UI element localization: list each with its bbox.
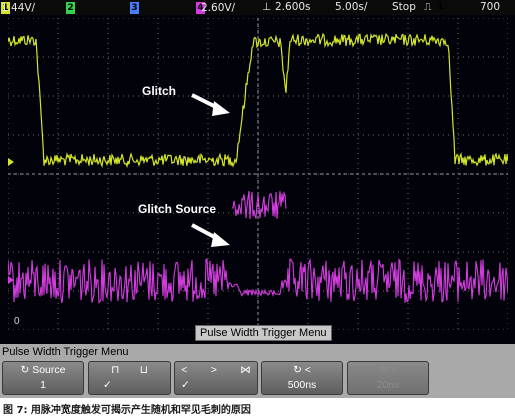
less-than-icon: <: [181, 364, 188, 376]
polarity-check-icon: ✓: [103, 379, 112, 391]
time-less-than-label: ↻ <: [293, 364, 311, 376]
rotate-knob-icon: ↻: [293, 364, 305, 376]
channel-1-scale: 1.44V/: [1, 2, 36, 14]
time-less-than-value: 500ns: [287, 379, 317, 391]
rotate-knob-icon: ↻: [20, 364, 33, 376]
time-greater-than-softkey[interactable]: ↻ > 20ns: [347, 361, 429, 395]
trigger-position-icon: ⊥: [262, 1, 272, 13]
figure-caption: 图 7: 用脉冲宽度触发可揭示产生随机和罕见毛刺的原因: [3, 405, 251, 416]
glitch-arrow-icon: [191, 93, 230, 116]
negative-pulse-icon: ⊔: [139, 364, 148, 376]
run-state: Stop: [392, 1, 416, 13]
qualifier-softkey[interactable]: < > ⋈ ✓: [174, 361, 258, 395]
ground-reference-marker: 0: [14, 316, 20, 327]
trigger-level: 700: [480, 1, 501, 13]
time-greater-than-label: ↻ >: [379, 364, 397, 376]
status-bar: 1 1.44V/ 2 3 4 2.60V/ ⊥ 2.600s 5.00s/ St…: [0, 0, 515, 15]
source-softkey-value: 1: [40, 379, 46, 391]
qualifier-check-icon: ✓: [181, 379, 190, 391]
time-less-than-softkey[interactable]: ↻ < 500ns: [261, 361, 343, 395]
range-icon: ⋈: [240, 364, 251, 376]
pulse-trigger-icon: ⎍: [424, 1, 432, 13]
channel-4-glitch-burst: [231, 190, 287, 219]
polarity-softkey[interactable]: ⊓ ⊔ ✓: [88, 361, 171, 395]
menu-title-overlay: Pulse Width Trigger Menu: [195, 325, 332, 341]
glitch-source-arrow-icon: [191, 223, 230, 247]
channel-4-scale: 2.60V/: [201, 2, 236, 14]
softkey-menu: Pulse Width Trigger Menu ↻ Source 1 ⊓ ⊔ …: [0, 344, 515, 398]
polarity-options: ⊓ ⊔: [89, 364, 170, 376]
channel-1-ground-marker: [8, 158, 14, 166]
glitch-label: Glitch: [142, 84, 177, 98]
waveform-plot: [8, 18, 508, 330]
waveform-canvas: [8, 18, 508, 330]
channel-3-badge: 3: [130, 2, 139, 14]
trigger-source-badge: 1: [437, 2, 444, 12]
time-greater-than-value: 20ns: [376, 379, 400, 391]
greater-than-icon: >: [210, 364, 217, 376]
oscilloscope-display: 1 1.44V/ 2 3 4 2.60V/ ⊥ 2.600s 5.00s/ St…: [0, 0, 515, 398]
rotate-knob-icon: ↻: [379, 364, 391, 376]
source-softkey[interactable]: ↻ Source 1: [2, 361, 84, 395]
glitch-source-label: Glitch Source: [138, 202, 217, 216]
softkey-menu-title: Pulse Width Trigger Menu: [2, 346, 129, 358]
source-softkey-label: ↻ Source: [20, 364, 66, 376]
positive-pulse-icon: ⊓: [111, 364, 120, 376]
trigger-position: 2.600s: [275, 1, 311, 13]
channel-2-badge: 2: [66, 2, 75, 14]
qualifier-options: < > ⋈: [175, 364, 257, 376]
time-scale: 5.00s/: [335, 1, 368, 13]
